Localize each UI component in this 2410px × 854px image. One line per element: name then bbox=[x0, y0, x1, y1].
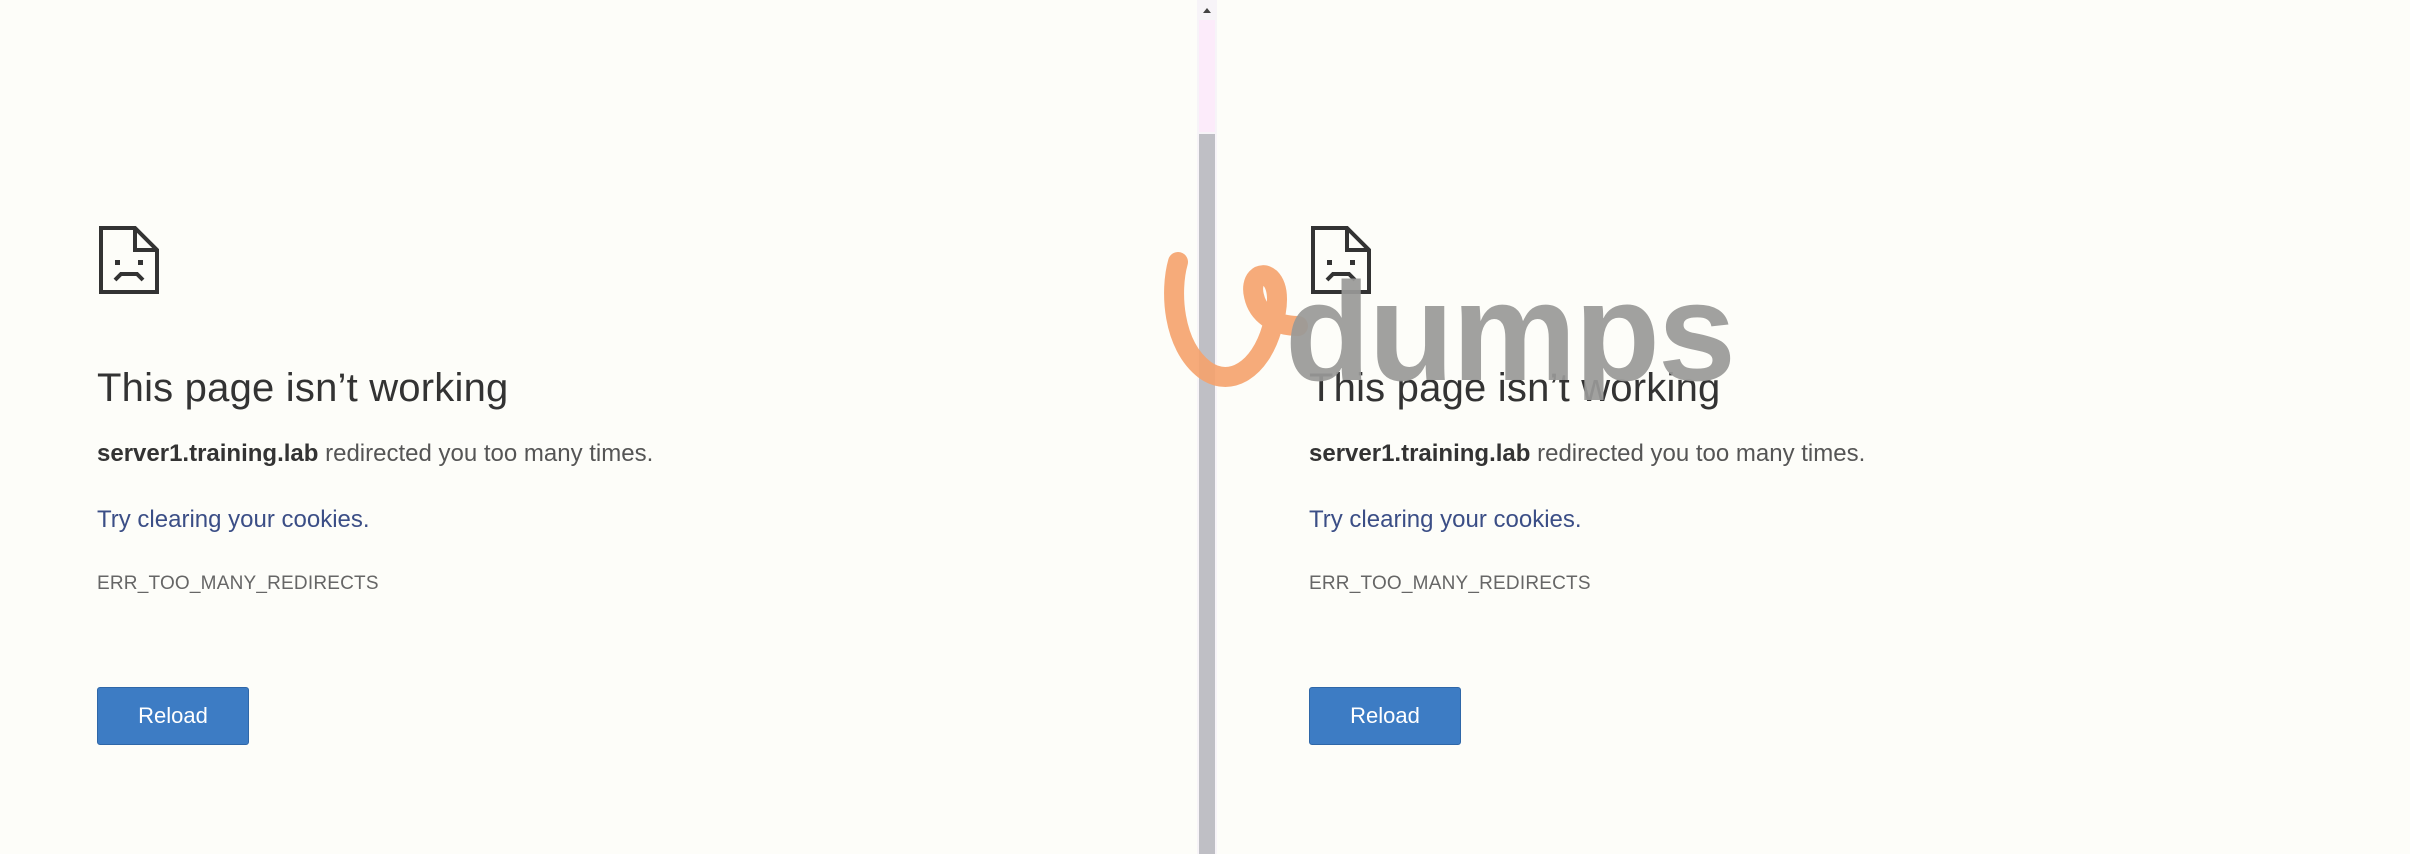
right-browser-pane: This page isn’t working server1.training… bbox=[1217, 0, 2410, 854]
sad-page-icon bbox=[1311, 226, 1371, 294]
left-page-title: This page isn’t working bbox=[97, 366, 509, 410]
scrollbar-thumb[interactable] bbox=[1199, 134, 1215, 854]
left-browser-pane: This page isn’t working server1.training… bbox=[0, 0, 1197, 854]
left-reload-button[interactable]: Reload bbox=[97, 687, 249, 745]
scrollbar-track bbox=[1199, 20, 1215, 132]
left-error-message: redirected you too many times. bbox=[318, 440, 654, 467]
right-page-title: This page isn’t working bbox=[1309, 366, 1721, 410]
right-host-name: server1.training.lab bbox=[1309, 440, 1531, 467]
left-host-name: server1.training.lab bbox=[97, 440, 319, 467]
right-error-content: This page isn’t working server1.training… bbox=[1309, 224, 2209, 745]
right-error-code: ERR_TOO_MANY_REDIRECTS bbox=[1309, 573, 1591, 594]
right-suggestion: Try clearing your cookies. bbox=[1309, 506, 1582, 533]
right-error-description: server1.training.lab redirected you too … bbox=[1309, 442, 2209, 466]
left-suggestion: Try clearing your cookies. bbox=[97, 506, 370, 533]
screen: This page isn’t working server1.training… bbox=[0, 0, 2410, 854]
left-error-description: server1.training.lab redirected you too … bbox=[97, 442, 997, 466]
left-error-code: ERR_TOO_MANY_REDIRECTS bbox=[97, 573, 379, 594]
left-error-content: This page isn’t working server1.training… bbox=[97, 224, 997, 745]
sad-page-icon bbox=[99, 226, 159, 294]
right-error-message: redirected you too many times. bbox=[1530, 440, 1866, 467]
scroll-up-arrow-icon[interactable] bbox=[1203, 8, 1211, 13]
right-reload-button[interactable]: Reload bbox=[1309, 687, 1461, 745]
